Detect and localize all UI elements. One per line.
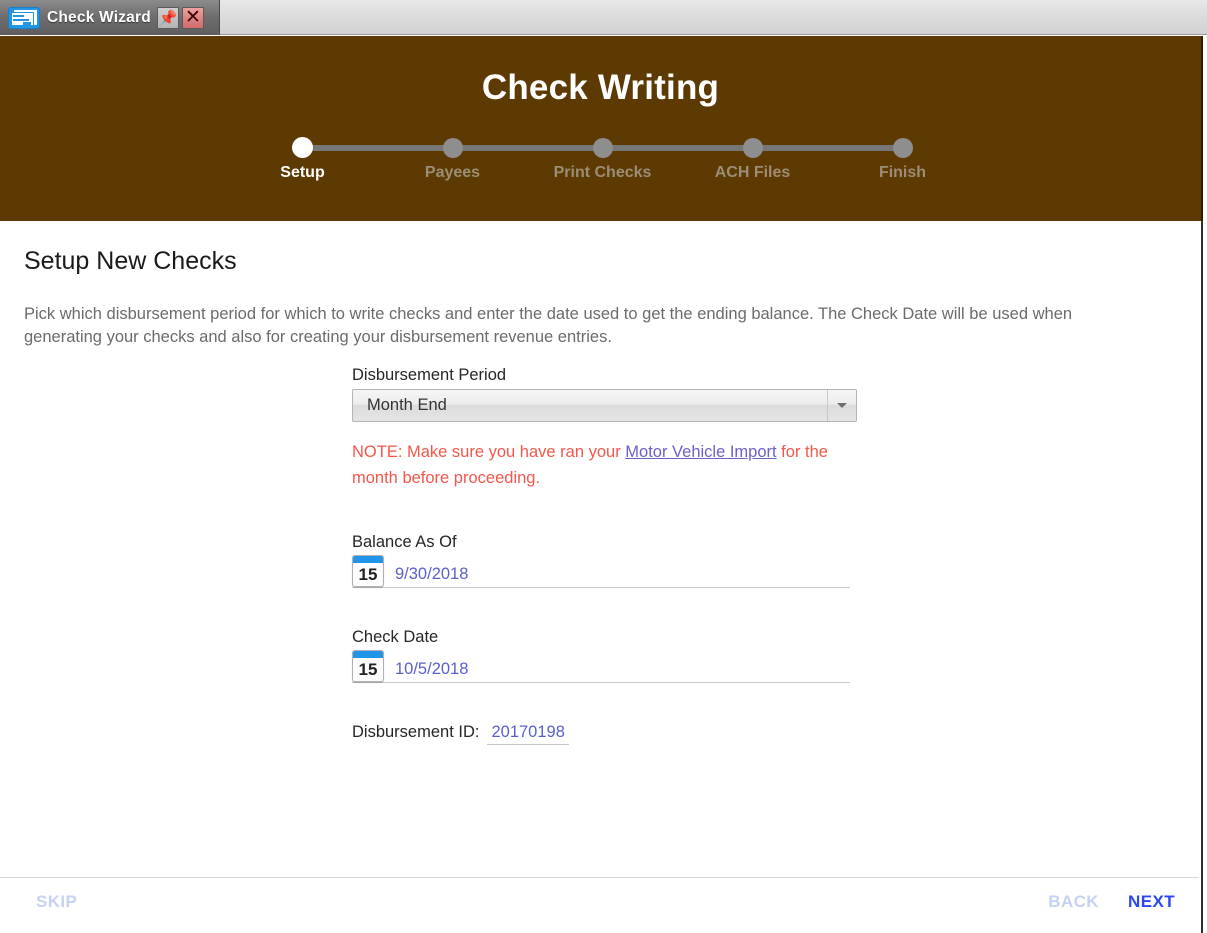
disbursement-period-label: Disbursement Period [352, 366, 507, 384]
wizard-step-setup[interactable]: Setup [243, 132, 363, 182]
page-title: Setup New Checks [24, 247, 237, 275]
balance-as-of-label: Balance As Of [352, 533, 457, 551]
calendar-day-number: 15 [358, 660, 378, 679]
wizard-step-ach-files[interactable]: ACH Files [693, 132, 813, 182]
close-glyph: ✕ [184, 6, 201, 28]
disbursement-period-field: Disbursement Period Month End [352, 366, 857, 422]
pushpin-glyph: 📌 [158, 9, 178, 27]
disbursement-id-field: Disbursement ID: 20170198 [352, 723, 857, 745]
calendar-icon[interactable]: 15 [352, 555, 384, 587]
close-icon[interactable]: ✕ [181, 6, 204, 29]
step-label-print-checks: Print Checks [553, 164, 652, 181]
step-label-payees: Payees [424, 164, 481, 181]
check-date-input[interactable]: 15 10/5/2018 [352, 650, 850, 683]
back-button[interactable]: BACK [1048, 892, 1099, 912]
wizard-step-payees[interactable]: Payees [393, 132, 513, 182]
disbursement-period-select[interactable]: Month End [352, 389, 857, 422]
motor-vehicle-import-note: NOTE: Make sure you have ran your Motor … [352, 439, 844, 491]
balance-as-of-value: 9/30/2018 [395, 565, 469, 583]
step-dot-payees [442, 138, 463, 158]
check-date-value: 10/5/2018 [395, 660, 469, 678]
wizard-footer: SKIP BACK NEXT [0, 877, 1199, 933]
wizard-step-finish[interactable]: Finish [843, 132, 963, 182]
disbursement-id-value[interactable]: 20170198 [487, 723, 569, 745]
wizard-step-indicator: Setup Payees Print Checks ACH Files Fini… [280, 132, 926, 192]
window-tab-check-wizard[interactable]: Check Wizard 📌 ✕ [0, 0, 220, 35]
page-description: Pick which disbursement period for which… [24, 305, 1073, 346]
step-label-ach-files: ACH Files [714, 164, 791, 181]
balance-as-of-field: Balance As Of 15 9/30/2018 [352, 533, 857, 588]
wizard-step-print-checks[interactable]: Print Checks [543, 132, 663, 182]
title-bar: Check Wizard 📌 ✕ [0, 0, 1207, 35]
window-title: Check Wizard [47, 8, 151, 26]
next-button[interactable]: NEXT [1128, 892, 1175, 912]
step-dot-setup [292, 137, 313, 158]
motor-vehicle-import-link[interactable]: Motor Vehicle Import [625, 443, 776, 461]
wizard-title: Check Writing [481, 68, 720, 107]
balance-as-of-input[interactable]: 15 9/30/2018 [352, 555, 850, 588]
wizard-header: Check Writing Setup Payees Print Checks … [0, 36, 1203, 221]
chevron-down-icon[interactable] [827, 390, 856, 421]
wizard-content: Setup New Checks Pick which disbursement… [0, 221, 1203, 933]
step-dot-ach-files [742, 138, 763, 158]
check-date-label: Check Date [352, 628, 439, 646]
check-date-field: Check Date 15 10/5/2018 [352, 628, 857, 683]
disbursement-id-label: Disbursement ID: [352, 723, 480, 741]
step-dot-print-checks [592, 138, 613, 158]
disbursement-period-value: Month End [367, 396, 447, 414]
calendar-day-number: 15 [358, 565, 378, 584]
check-document-icon [8, 6, 40, 29]
step-dot-finish [892, 138, 913, 158]
setup-form: Disbursement Period Month End NOTE: Make… [352, 366, 857, 745]
step-label-setup: Setup [280, 164, 325, 181]
calendar-icon[interactable]: 15 [352, 650, 384, 682]
step-label-finish: Finish [878, 164, 927, 181]
skip-button[interactable]: SKIP [36, 892, 77, 912]
pushpin-icon[interactable]: 📌 [156, 6, 179, 29]
note-prefix: NOTE: Make sure you have ran your [352, 443, 626, 461]
